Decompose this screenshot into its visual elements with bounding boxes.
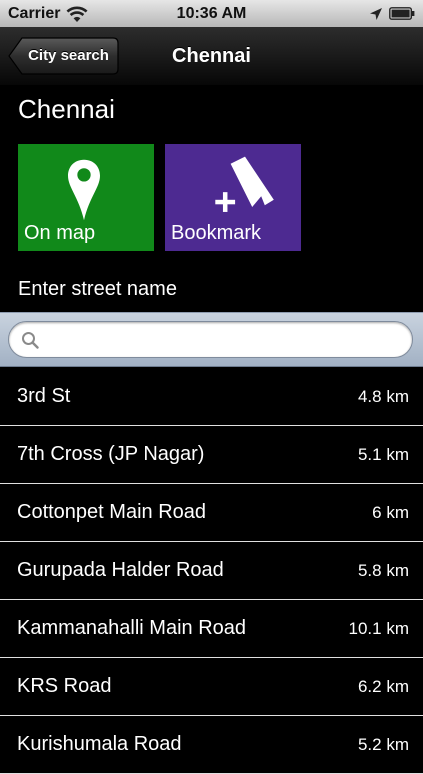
- street-name: Cottonpet Main Road: [17, 501, 207, 523]
- street-distance: 5.2 km: [357, 734, 409, 754]
- bookmark-add-icon: [215, 156, 274, 212]
- street-name: Kurishumala Road: [17, 733, 182, 755]
- map-pin-icon: [68, 159, 100, 221]
- street-name: 7th Cross (JP Nagar): [17, 443, 205, 465]
- navigation-bar: City search Chennai: [0, 27, 423, 86]
- street-distance: 6.2 km: [357, 676, 409, 696]
- on-map-label: On map: [24, 222, 96, 244]
- street-distance: 4.8 km: [357, 386, 409, 406]
- wifi-icon: [66, 6, 88, 22]
- bookmark-label: Bookmark: [171, 222, 262, 244]
- bookmark-button[interactable]: Bookmark: [165, 144, 301, 251]
- battery-icon: [389, 7, 415, 20]
- street-distance: 5.8 km: [357, 560, 409, 580]
- carrier-name: Carrier: [8, 4, 61, 22]
- list-item[interactable]: Cottonpet Main Road 6 km: [0, 484, 423, 542]
- back-button[interactable]: City search: [8, 37, 119, 75]
- list-item[interactable]: KRS Road 6.2 km: [0, 658, 423, 716]
- back-button-label: City search: [28, 47, 109, 64]
- search-field[interactable]: [8, 321, 413, 358]
- street-name: 3rd St: [17, 385, 71, 407]
- on-map-button[interactable]: On map: [18, 144, 154, 251]
- list-item[interactable]: 3rd St 4.8 km: [0, 368, 423, 426]
- street-distance: 5.1 km: [357, 444, 409, 464]
- status-right: [369, 7, 415, 21]
- status-bar: Carrier 10:36 AM: [0, 0, 423, 27]
- list-item[interactable]: 7th Cross (JP Nagar) 5.1 km: [0, 426, 423, 484]
- list-item[interactable]: Kurishumala Road 5.2 km: [0, 716, 423, 774]
- street-name: Kammanahalli Main Road: [17, 617, 247, 639]
- list-item[interactable]: Gurupada Halder Road 5.8 km: [0, 542, 423, 600]
- carrier-info: Carrier: [8, 5, 88, 23]
- street-distance: 10.1 km: [348, 618, 409, 638]
- magnifier-icon: [22, 332, 39, 349]
- street-name: Gurupada Halder Road: [17, 559, 224, 581]
- street-list: 3rd St 4.8 km 7th Cross (JP Nagar) 5.1 k…: [0, 368, 423, 774]
- street-name-label: Enter street name: [18, 278, 177, 300]
- street-name: KRS Road: [17, 675, 112, 697]
- city-title: Chennai: [18, 94, 115, 124]
- location-arrow-icon: [370, 7, 382, 20]
- list-item[interactable]: Kammanahalli Main Road 10.1 km: [0, 600, 423, 658]
- street-search-input[interactable]: [47, 326, 400, 355]
- street-distance: 6 km: [372, 502, 409, 522]
- search-bar: [0, 312, 423, 367]
